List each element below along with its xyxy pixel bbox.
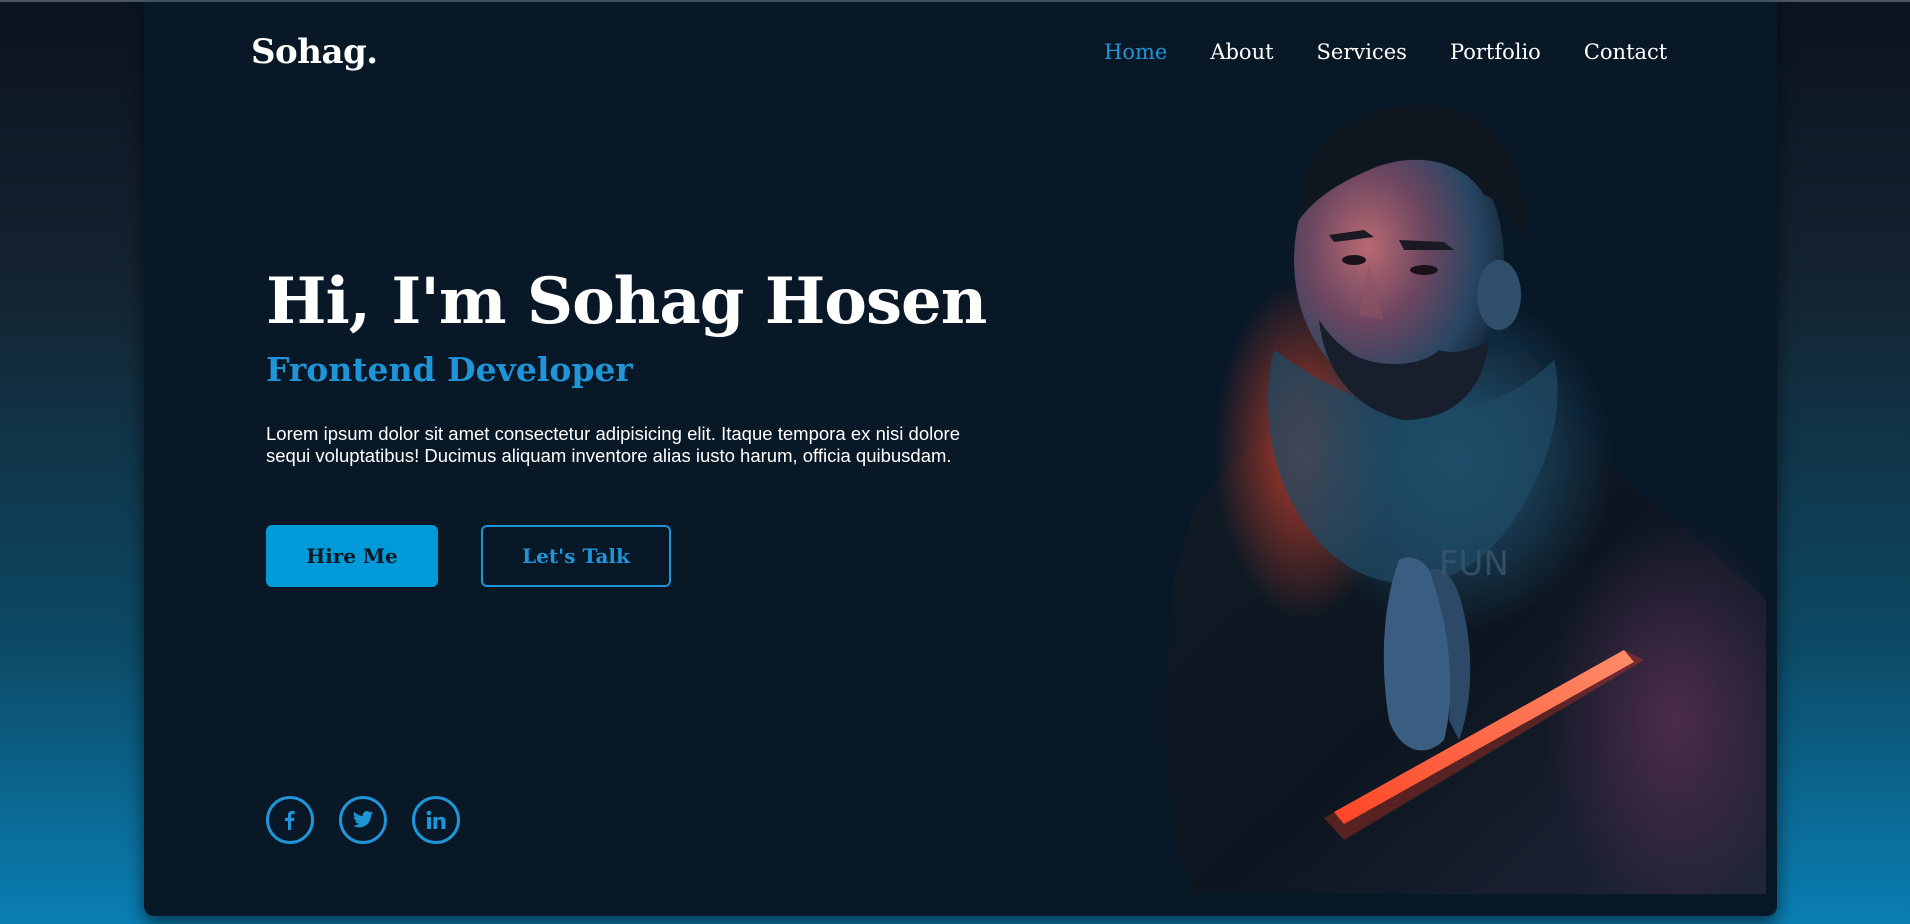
facebook-icon	[285, 811, 295, 830]
linkedin-icon	[426, 810, 446, 829]
nav-item-about[interactable]: About	[1210, 40, 1273, 64]
nav-item-home[interactable]: Home	[1104, 40, 1167, 64]
nav-item-portfolio[interactable]: Portfolio	[1450, 40, 1541, 64]
hero-description: Lorem ipsum dolor sit amet consectetur a…	[266, 423, 960, 466]
hero-title: Hi, I'm Sohag Hosen	[266, 264, 987, 339]
social-links	[266, 796, 485, 844]
hero-subtitle: Frontend Developer	[266, 350, 633, 389]
main-nav: Home About Services Portfolio Contact	[1104, 40, 1710, 64]
nav-item-contact[interactable]: Contact	[1584, 40, 1667, 64]
portrait-image: FUN	[1164, 104, 1766, 894]
twitter-icon	[352, 811, 374, 828]
hero-card: Sohag. Home About Services Portfolio Con…	[144, 2, 1777, 916]
twitter-link[interactable]	[339, 796, 387, 844]
shirt-letter-f: FUN	[1439, 544, 1509, 584]
facebook-link[interactable]	[266, 796, 314, 844]
lets-talk-button[interactable]: Let's Talk	[481, 525, 671, 587]
logo[interactable]: Sohag.	[251, 32, 378, 72]
hire-me-button[interactable]: Hire Me	[266, 525, 438, 587]
nav-item-services[interactable]: Services	[1317, 40, 1407, 64]
linkedin-link[interactable]	[412, 796, 460, 844]
